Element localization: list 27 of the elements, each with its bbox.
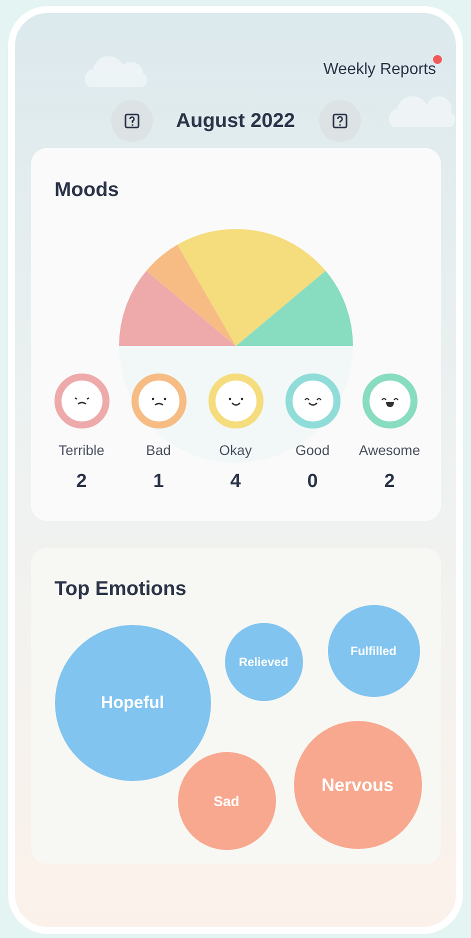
face-icon[interactable] [208,373,264,429]
mood-label: Bad [146,441,171,460]
emotion-bubble[interactable]: Nervous [294,721,422,849]
mood-count: 2 [384,470,395,494]
mood-label: Good [295,441,330,460]
previous-month-button[interactable] [110,100,152,142]
emotion-bubble[interactable]: Fulfilled [328,605,420,697]
mood-count: 2 [76,470,87,494]
question-icon [332,113,348,129]
next-month-button[interactable] [318,100,360,142]
emotion-bubble[interactable]: Hopeful [54,625,210,781]
face-icon[interactable] [54,373,110,429]
mood-count: 4 [230,470,241,494]
face-icon[interactable] [130,373,186,429]
mood-label: Awesome [358,441,420,460]
emotion-bubble[interactable]: Sad [178,752,276,850]
month-title: August 2022 [175,109,296,134]
face-icon[interactable] [362,373,418,429]
face-icon[interactable] [284,373,340,429]
emotion-bubble[interactable]: Relieved [224,623,302,701]
card-title: Top Emotions [54,577,186,602]
mood-count: 1 [153,470,164,494]
weekly-reports-link[interactable]: Weekly Reports [323,58,436,82]
mood-label: Terrible [58,441,104,460]
card-title: Moods [54,178,119,203]
mood-label: Okay [219,441,252,460]
mood-count: 0 [307,470,318,494]
